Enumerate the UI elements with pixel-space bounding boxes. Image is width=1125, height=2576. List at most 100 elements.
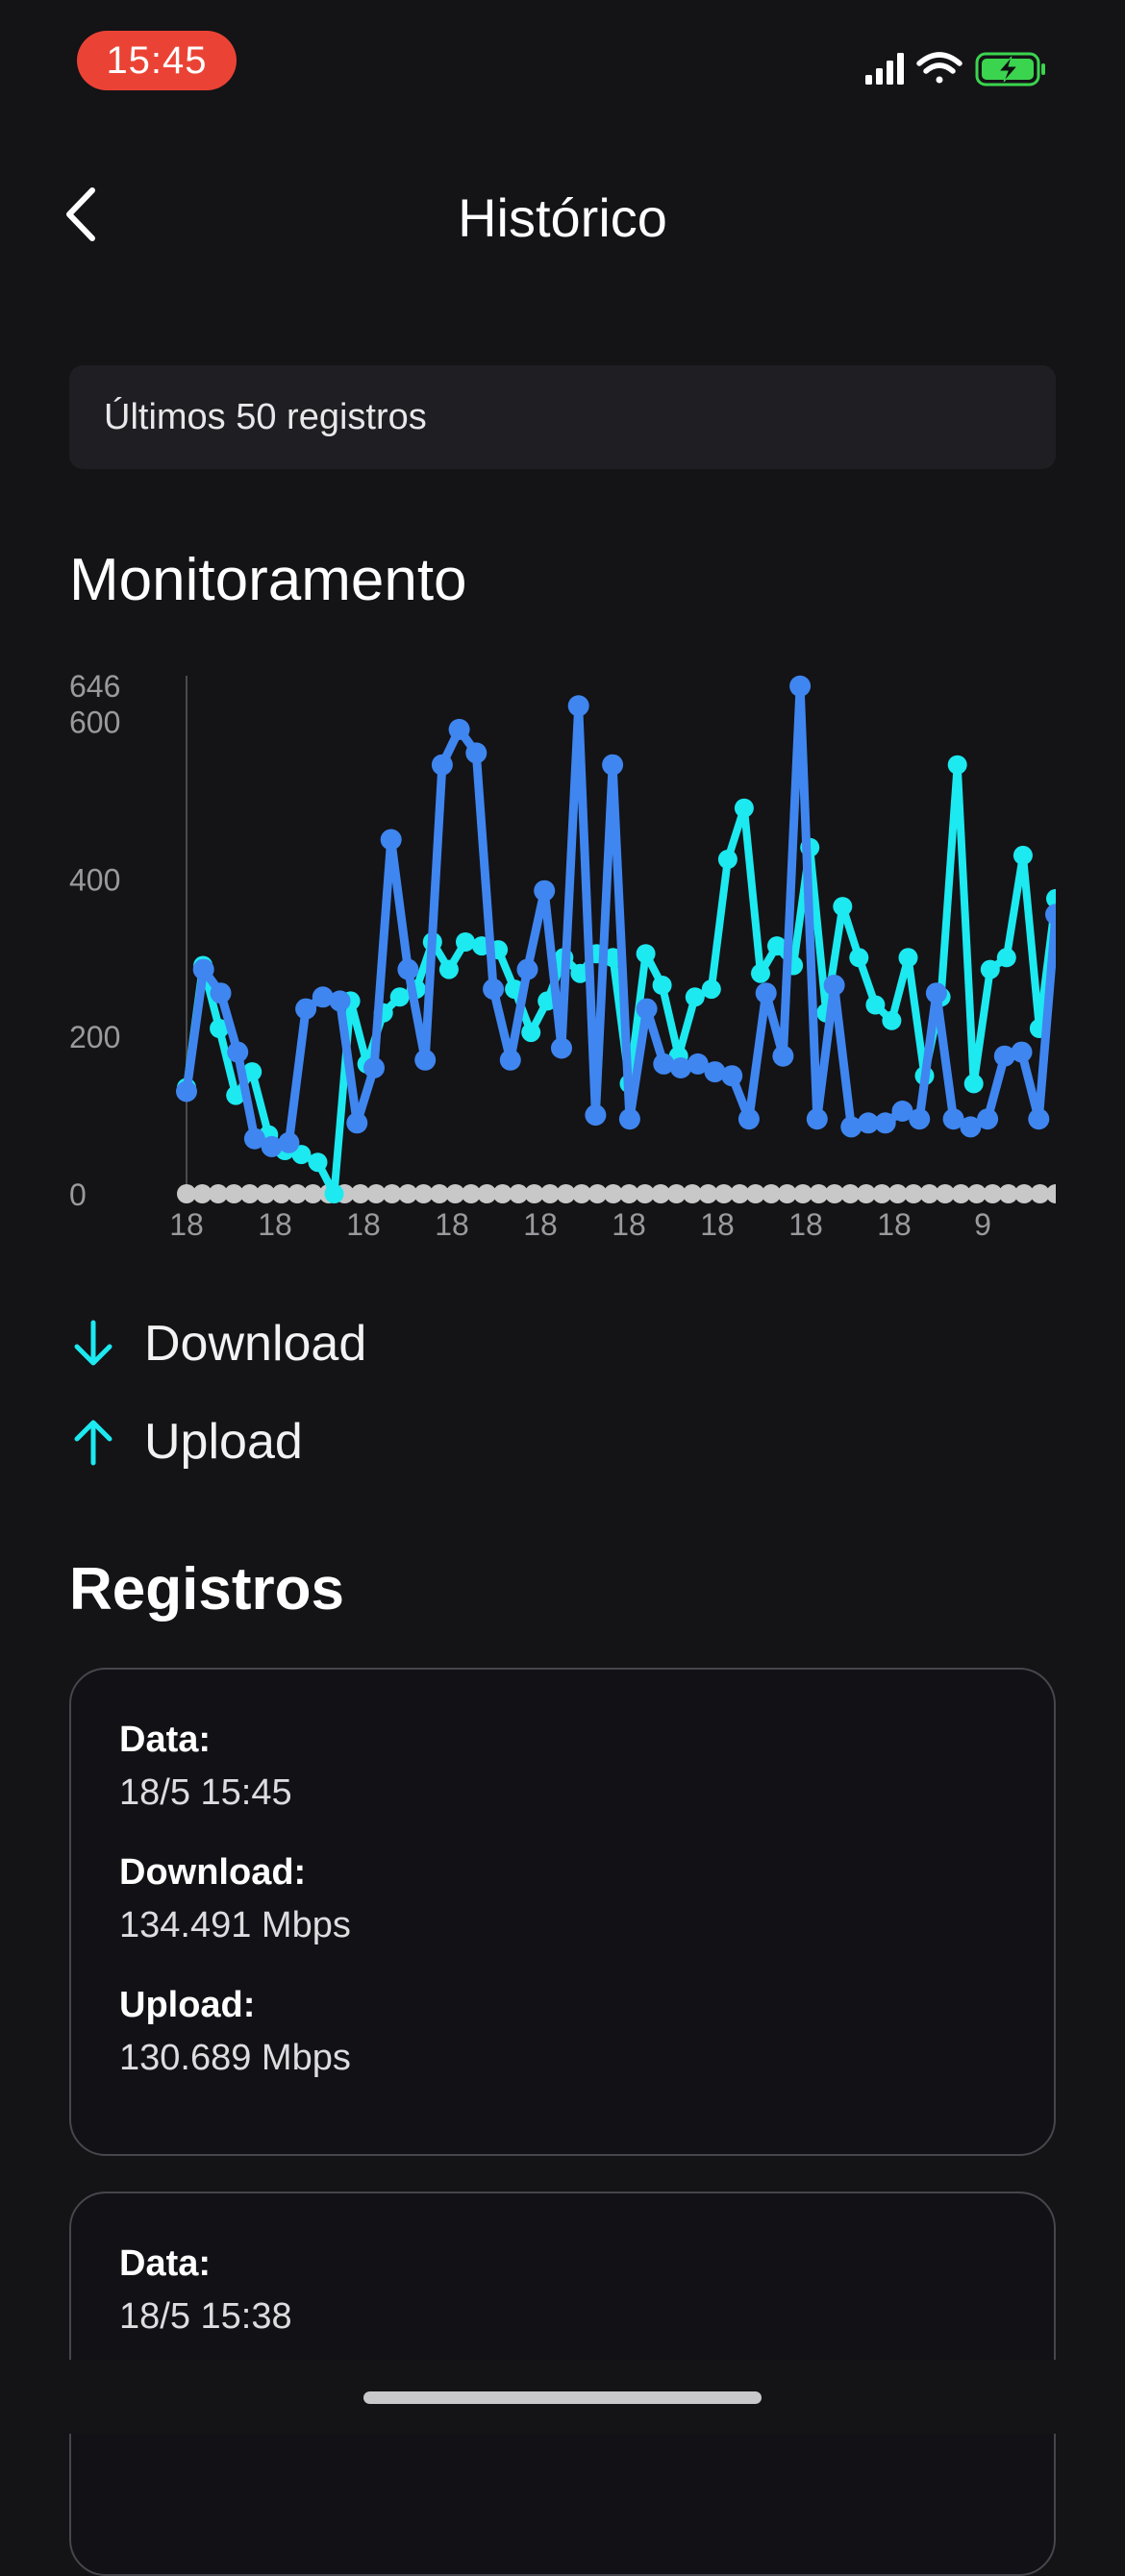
upload-series-point xyxy=(380,829,402,851)
monitor-chart: 0 200 400 600 646 18 18 18 18 18 18 18 18 18 9 9 xyxy=(0,654,1125,1250)
upload-series-point xyxy=(329,990,351,1012)
upload-series-point xyxy=(346,1112,368,1134)
download-series-point xyxy=(438,959,459,979)
upload-series-point xyxy=(585,1104,607,1127)
x-tick-label: 18 xyxy=(346,1207,381,1242)
cellular-signal-icon xyxy=(865,53,904,85)
y-tick-label: 646 xyxy=(69,669,120,704)
monitor-section-title: Monitoramento xyxy=(69,547,467,613)
download-series-point xyxy=(685,987,705,1007)
upload-series-point xyxy=(363,1057,385,1078)
download-series-point xyxy=(963,1074,984,1094)
x-tick-label: 18 xyxy=(435,1207,469,1242)
download-series-point xyxy=(717,850,738,869)
home-indicator[interactable] xyxy=(363,2391,762,2404)
download-series-point xyxy=(849,948,869,968)
download-series-point xyxy=(734,798,754,818)
upload-series-point xyxy=(874,1112,896,1134)
page-title: Histórico xyxy=(458,187,667,248)
x-tick-label: 18 xyxy=(877,1207,912,1242)
y-tick-label: 400 xyxy=(69,862,120,897)
download-series-point xyxy=(751,963,770,983)
download-series-point xyxy=(898,948,918,968)
x-tick-label: 18 xyxy=(612,1207,646,1242)
download-series-point xyxy=(833,897,853,917)
upload-series-point xyxy=(414,1049,437,1071)
x-tick-label: 18 xyxy=(169,1207,204,1242)
upload-series-point xyxy=(483,978,505,1001)
upload-series-point xyxy=(534,879,556,902)
upload-series-point xyxy=(977,1108,999,1130)
upload-series-point xyxy=(192,958,214,980)
download-series-point xyxy=(882,1010,902,1030)
upload-series-point xyxy=(738,1108,760,1130)
line-chart: 0 200 400 600646 18 18 18 18 18 18 18 18 18 9 9 xyxy=(69,669,1080,1242)
y-tick-label: 600 xyxy=(69,706,120,740)
record-date-value: 18/5 15:45 xyxy=(119,1772,292,1813)
wifi-icon xyxy=(916,52,962,84)
x-tick-label: 18 xyxy=(788,1207,823,1242)
upload-series-point xyxy=(499,1049,521,1071)
legend-upload-label: Upload xyxy=(144,1414,303,1470)
records-filter-select[interactable]: Últimos 50 registros xyxy=(69,365,1056,469)
record-date-label: Data: xyxy=(119,1720,212,1760)
x-tick-label: 9 xyxy=(1062,1207,1080,1242)
upload-series-line xyxy=(182,681,1056,1152)
upload-series-point xyxy=(210,982,232,1004)
legend-download: Download xyxy=(69,1305,366,1382)
upload-series-point xyxy=(465,742,488,764)
records-section-title: Registros xyxy=(69,1556,344,1622)
upload-series-point xyxy=(1028,1108,1050,1130)
record-upload-label: Upload: xyxy=(119,1985,256,2025)
download-series-point xyxy=(1012,845,1033,865)
upload-series-point xyxy=(278,1131,300,1153)
upload-series-point xyxy=(602,754,624,776)
nav-bar: Histórico xyxy=(0,163,1125,269)
download-series-point xyxy=(308,1152,328,1173)
upload-series-point xyxy=(176,1080,197,1102)
x-tick-label: 18 xyxy=(258,1207,292,1242)
upload-series-point xyxy=(567,695,589,717)
record-download-label: Download: xyxy=(119,1852,307,1893)
y-tick-label: 200 xyxy=(69,1020,120,1054)
upload-series-point xyxy=(516,958,538,980)
x-tick-label: 18 xyxy=(523,1207,558,1242)
record-upload-value: 130.689 Mbps xyxy=(119,2038,351,2078)
download-series-point xyxy=(324,1184,344,1203)
x-tick-label: 9 xyxy=(974,1207,991,1242)
status-icons xyxy=(863,48,1075,90)
download-series-point xyxy=(389,987,410,1007)
upload-series-point xyxy=(397,958,419,980)
status-bar: 15:45 xyxy=(0,0,1125,125)
download-series-point xyxy=(652,976,672,995)
download-series-point xyxy=(980,959,1000,979)
upload-series-point xyxy=(772,1045,794,1067)
upload-series-point xyxy=(431,754,453,776)
upload-series-point xyxy=(295,998,317,1020)
legend-upload: Upload xyxy=(69,1403,303,1480)
plot-area xyxy=(176,675,1056,1203)
upload-series-point xyxy=(721,1065,743,1087)
upload-series-point xyxy=(909,1108,931,1130)
upload-series-point xyxy=(551,1037,572,1059)
upload-series-point xyxy=(925,982,947,1004)
record-date-label: Data: xyxy=(119,2243,212,2284)
zero-series-point xyxy=(1046,1184,1056,1203)
battery-charging-icon xyxy=(975,52,1045,87)
download-series-point xyxy=(701,979,721,1000)
record-card[interactable]: Data: 18/5 15:45 Download: 134.491 Mbps … xyxy=(69,1668,1056,2156)
upload-series-point xyxy=(636,998,658,1020)
upload-series-point xyxy=(823,975,845,996)
upload-series-point xyxy=(789,675,812,697)
record-date-value: 18/5 15:38 xyxy=(119,2296,292,2337)
download-series-point xyxy=(456,932,475,952)
record-download-value: 134.491 Mbps xyxy=(119,1905,351,1945)
upload-series-point xyxy=(448,718,470,740)
x-tick-label: 18 xyxy=(700,1207,735,1242)
upload-series-point xyxy=(1011,1041,1033,1063)
download-series-point xyxy=(865,995,886,1015)
status-time: 15:45 xyxy=(77,31,237,90)
download-series-point xyxy=(521,1023,541,1043)
legend-download-label: Download xyxy=(144,1316,367,1372)
upload-series-point xyxy=(1045,904,1056,926)
